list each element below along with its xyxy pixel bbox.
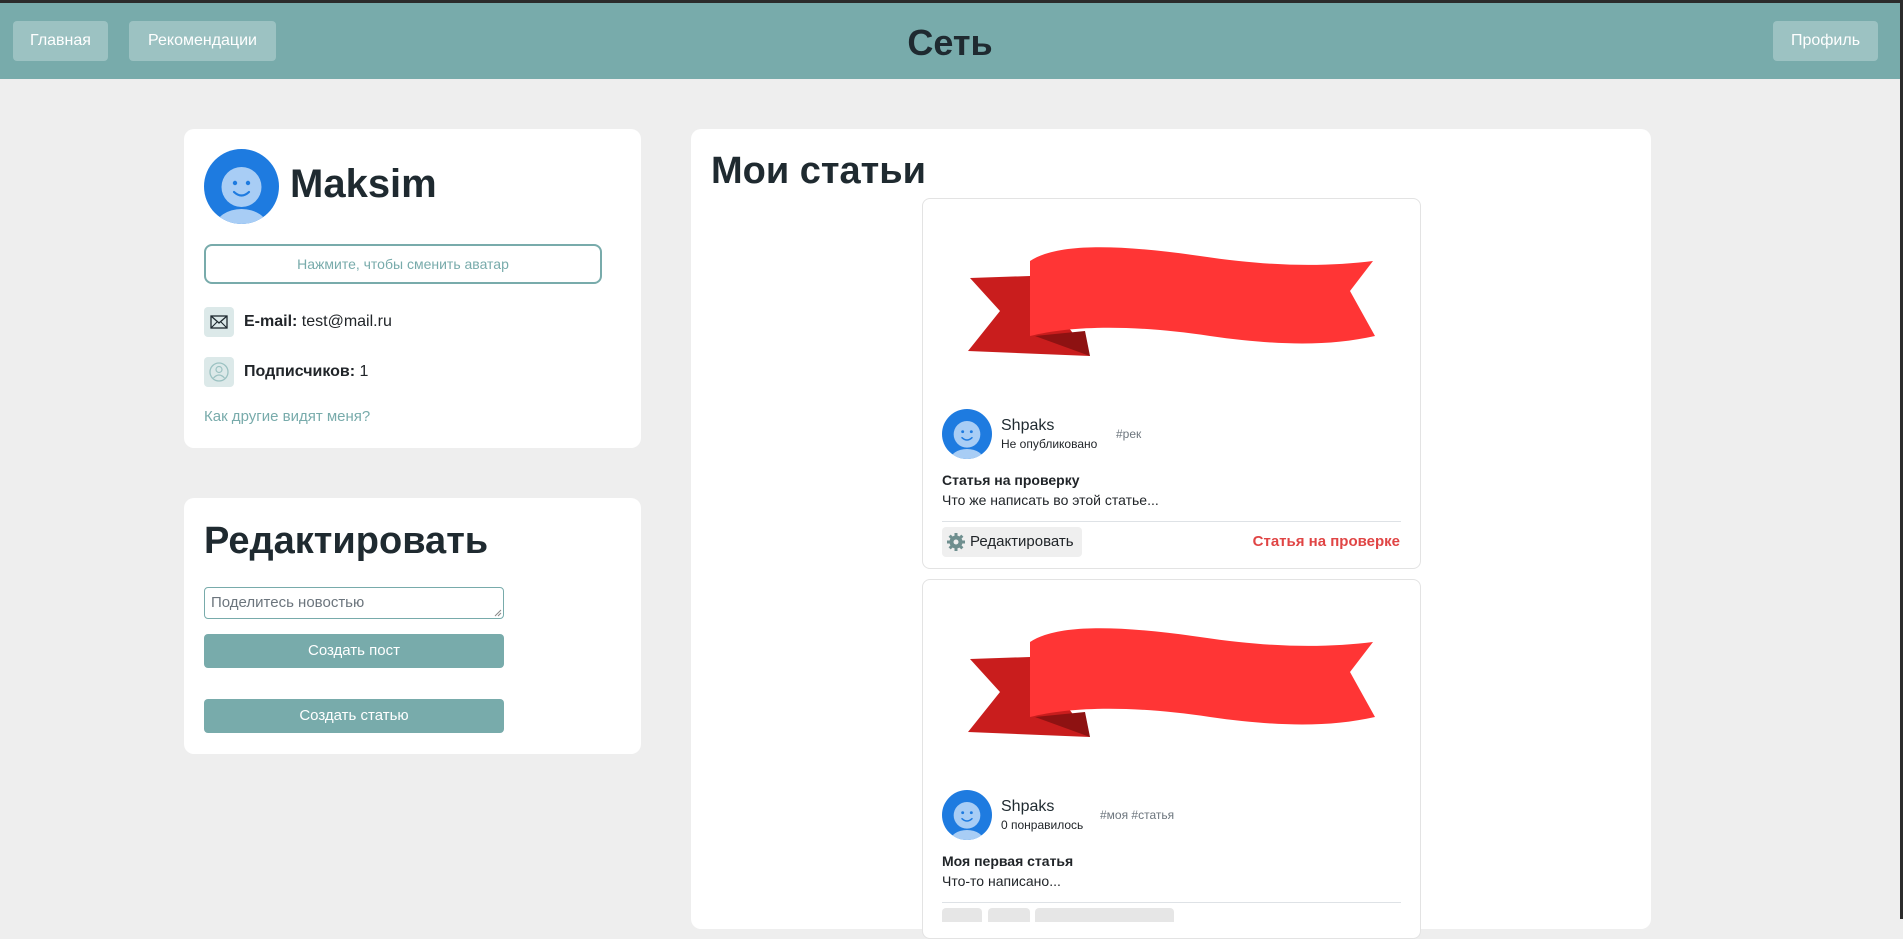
create-article-button[interactable]: Создать статью	[204, 699, 504, 733]
comment-button[interactable]	[988, 908, 1030, 922]
brand-title: Сеть	[907, 22, 993, 63]
avatar-face-icon	[215, 167, 268, 224]
article-author[interactable]: Shpaks	[1001, 798, 1054, 816]
article-author[interactable]: Shpaks	[1001, 417, 1054, 435]
article-meta: Не опубликовано	[1001, 437, 1098, 451]
ribbon-image	[968, 247, 1375, 356]
email-info: E-mail: test@mail.ru	[244, 313, 392, 331]
news-input-placeholder: Поделитесь новостью	[211, 594, 365, 611]
article-tags[interactable]: #рек	[1116, 427, 1141, 441]
author-avatar[interactable]	[942, 790, 992, 840]
subscribers-info: Подписчиков: 1	[244, 363, 368, 381]
author-avatar[interactable]	[942, 409, 992, 459]
article-status: Статья на проверке	[1252, 533, 1400, 550]
subscribers-icon	[204, 357, 234, 387]
like-button[interactable]	[942, 908, 982, 922]
ribbon-image	[968, 628, 1375, 737]
subscribers-label: Подписчиков:	[244, 363, 356, 380]
subscribers-value: 1	[359, 363, 369, 380]
article-text: Что-то написано...	[942, 873, 1061, 889]
create-post-button[interactable]: Создать пост	[204, 634, 504, 668]
resize-grip-icon[interactable]	[494, 609, 502, 617]
news-input[interactable]: Поделитесь новостью	[204, 587, 504, 619]
article-title: Моя первая статья	[942, 853, 1074, 869]
article-text: Что же написать во этой статье...	[942, 492, 1159, 508]
email-value: test@mail.ru	[301, 313, 392, 330]
profile-button[interactable]: Профиль	[1773, 21, 1878, 61]
article-divider	[942, 521, 1401, 522]
edit-article-button[interactable]	[1035, 908, 1174, 922]
email-label: E-mail:	[244, 313, 298, 330]
top-navbar: Сеть Главная Рекомендации Профиль	[0, 3, 1900, 79]
article-meta: 0 понравилось	[1001, 818, 1084, 832]
recommendations-button[interactable]: Рекомендации	[129, 21, 276, 61]
article-tags[interactable]: #моя #статья	[1100, 808, 1174, 822]
others-view-link[interactable]: Как другие видят меня?	[204, 408, 370, 425]
home-button[interactable]: Главная	[13, 21, 108, 61]
edit-article-button[interactable]: Редактировать	[942, 527, 1082, 557]
edit-title: Редактировать	[204, 520, 489, 562]
articles-title: Мои статьи	[711, 150, 926, 192]
avatar-face-icon	[949, 421, 985, 459]
edit-article-label: Редактировать	[970, 533, 1074, 550]
profile-avatar[interactable]	[204, 149, 279, 224]
change-avatar-button[interactable]: Нажмите, чтобы сменить аватар	[204, 244, 602, 284]
gear-icon	[947, 533, 965, 551]
article-divider	[942, 902, 1401, 903]
mail-icon	[204, 307, 234, 337]
avatar-face-icon	[949, 802, 985, 840]
profile-name: Maksim	[290, 162, 437, 206]
article-title: Статья на проверку	[942, 472, 1080, 488]
